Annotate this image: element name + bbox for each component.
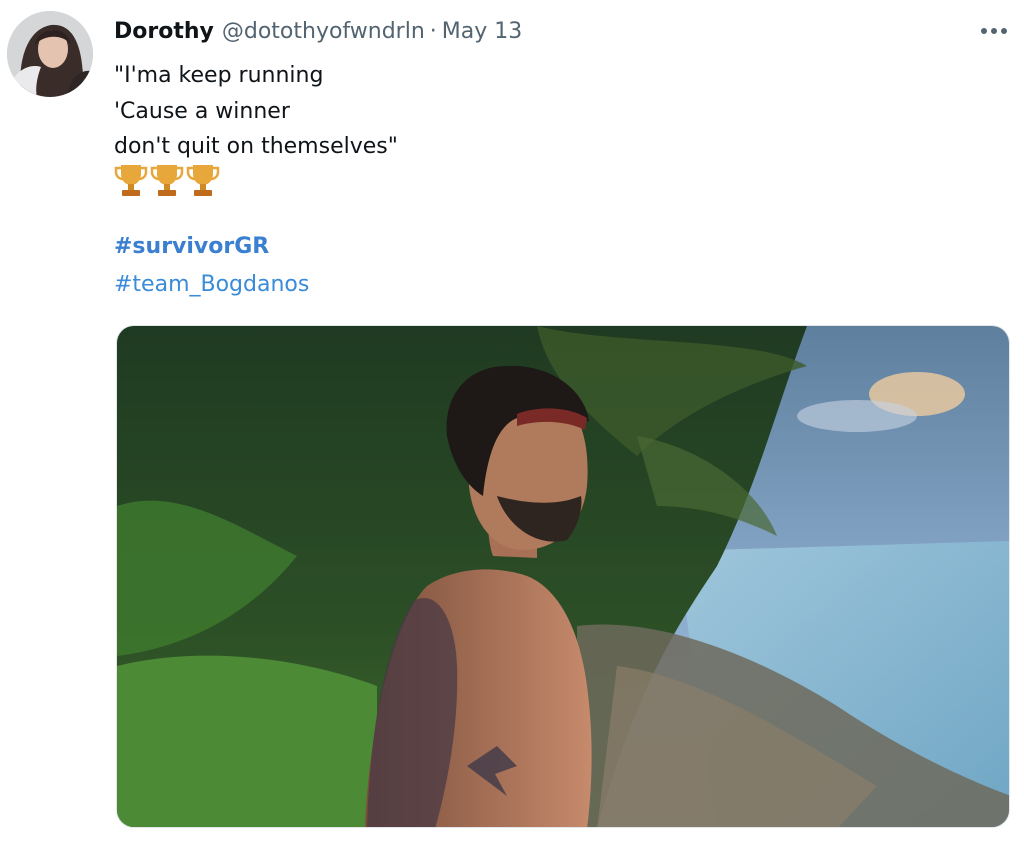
trophy-icon — [114, 165, 148, 196]
tweet-text-line: don't quit on themselves" — [114, 134, 398, 159]
avatar[interactable] — [7, 11, 93, 97]
author-handle[interactable]: @dotothyofwndrln — [222, 19, 425, 44]
tweet-date[interactable]: May 13 — [442, 19, 522, 44]
hashtag-link[interactable]: #team_Bogdanos — [114, 272, 309, 297]
tweet-text-line: 'Cause a winner — [114, 98, 290, 124]
tweet-media-photo[interactable] — [116, 325, 1010, 828]
tweet-text-line: "I'ma keep running — [114, 63, 324, 88]
tweet-card: Dorothy @dotothyofwndrln · May 13 "I'ma … — [0, 0, 1024, 842]
tweet-text: "I'ma keep running 'Cause a winner don't… — [114, 58, 398, 165]
header-separator: · — [429, 18, 437, 44]
photo-illustration — [117, 326, 1009, 827]
trophy-icon — [186, 165, 220, 196]
author-name[interactable]: Dorothy — [114, 19, 214, 44]
hashtag-link[interactable]: #survivorGR — [114, 234, 269, 259]
trophy-icon — [150, 165, 184, 196]
tweet-header: Dorothy @dotothyofwndrln · May 13 — [114, 16, 522, 46]
avatar-photo — [7, 11, 93, 97]
more-options-button[interactable] — [974, 16, 1014, 46]
trophy-emoji-row — [114, 162, 220, 200]
more-horizontal-icon — [981, 28, 1007, 34]
